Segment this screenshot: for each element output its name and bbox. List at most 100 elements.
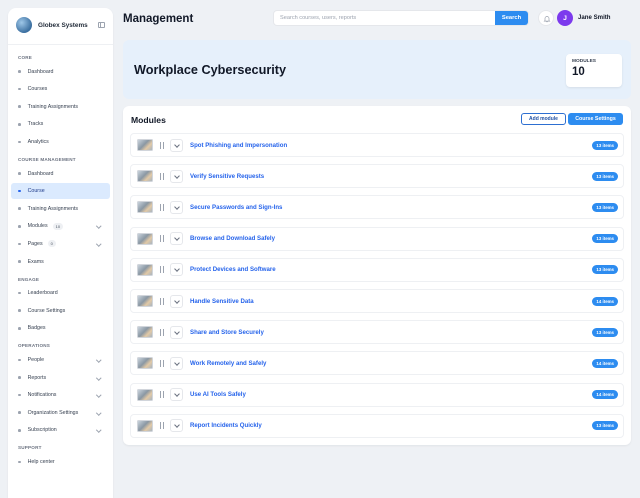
expand-chevron-icon[interactable] bbox=[170, 294, 183, 308]
drag-handle-icon[interactable] bbox=[160, 203, 164, 211]
drag-handle-icon[interactable] bbox=[160, 235, 164, 243]
drag-handle-icon[interactable] bbox=[160, 422, 164, 430]
sidebar-item[interactable]: Reports bbox=[11, 370, 110, 386]
module-row[interactable]: Browse and Download Safely 13 items bbox=[130, 226, 624, 251]
chevron-down-icon bbox=[95, 374, 101, 380]
module-row[interactable]: Verify Sensitive Requests 13 items bbox=[130, 164, 624, 189]
drag-handle-icon[interactable] bbox=[160, 359, 164, 367]
module-name[interactable]: Spot Phishing and Impersonation bbox=[190, 142, 592, 149]
sidebar-item[interactable]: Dashboard bbox=[11, 166, 110, 182]
sidebar-item[interactable]: Help center bbox=[11, 454, 110, 470]
module-name[interactable]: Work Remotely and Safely bbox=[190, 360, 592, 367]
expand-chevron-icon[interactable] bbox=[170, 419, 183, 433]
modules-card: Modules Add module Course Settings Spot … bbox=[123, 106, 631, 445]
sidebar-item[interactable]: Leaderboard bbox=[11, 285, 110, 301]
module-name[interactable]: Protect Devices and Software bbox=[190, 266, 592, 273]
sidebar-item[interactable]: Tracks bbox=[11, 116, 110, 132]
page-title: Management bbox=[123, 13, 194, 25]
module-name[interactable]: Handle Sensitive Data bbox=[190, 298, 592, 305]
drag-handle-icon[interactable] bbox=[160, 141, 164, 149]
sidebar-item-label: Course Settings bbox=[27, 307, 66, 314]
expand-chevron-icon[interactable] bbox=[170, 200, 183, 214]
drag-handle-icon[interactable] bbox=[160, 297, 164, 305]
drag-handle-icon[interactable] bbox=[160, 391, 164, 399]
course-settings-button[interactable]: Course Settings bbox=[568, 113, 623, 125]
bullet-icon bbox=[18, 242, 21, 246]
bullet-icon bbox=[18, 309, 21, 313]
sidebar-item-label: Dashboard bbox=[27, 68, 54, 75]
sidebar-item[interactable]: Pages 0 bbox=[11, 236, 110, 252]
bullet-icon bbox=[18, 87, 21, 91]
module-row[interactable]: Share and Store Securely 13 items bbox=[130, 320, 624, 345]
sidebar-item[interactable]: Subscription bbox=[11, 422, 110, 438]
module-row[interactable]: Report Incidents Quickly 13 items bbox=[130, 413, 624, 438]
module-row[interactable]: Use AI Tools Safely 14 items bbox=[130, 382, 624, 407]
module-thumbnail bbox=[137, 295, 153, 307]
module-row[interactable]: Protect Devices and Software 13 items bbox=[130, 257, 624, 282]
expand-chevron-icon[interactable] bbox=[170, 325, 183, 339]
module-row[interactable]: Handle Sensitive Data 14 items bbox=[130, 289, 624, 313]
sidebar-section-title: SUPPORT bbox=[18, 445, 42, 451]
search-input[interactable] bbox=[274, 11, 495, 25]
bullet-icon bbox=[18, 140, 21, 144]
sidebar-item-label: Exams bbox=[27, 258, 44, 265]
user-name[interactable]: Jane Smith bbox=[578, 14, 611, 21]
sidebar-item[interactable]: Notifications bbox=[11, 387, 110, 403]
drag-handle-icon[interactable] bbox=[160, 266, 164, 274]
module-row[interactable]: Spot Phishing and Impersonation 13 items bbox=[130, 133, 624, 157]
sidebar-item[interactable]: Badges bbox=[11, 320, 110, 336]
sidebar-item-label: Badges bbox=[27, 325, 46, 332]
sidebar-item[interactable]: Analytics bbox=[11, 134, 110, 150]
sidebar-item-label: Tracks bbox=[27, 121, 44, 128]
module-name[interactable]: Verify Sensitive Requests bbox=[190, 173, 592, 180]
search-button[interactable]: Search bbox=[495, 11, 528, 25]
sidebar-collapse-icon[interactable] bbox=[98, 22, 105, 28]
sidebar-item[interactable]: Courses bbox=[11, 81, 110, 97]
module-row[interactable]: Secure Passwords and Sign-Ins 13 items bbox=[130, 195, 624, 220]
sidebar-item[interactable]: Exams bbox=[11, 254, 110, 270]
module-row[interactable]: Work Remotely and Safely 14 items bbox=[130, 351, 624, 376]
add-module-button[interactable]: Add module bbox=[521, 113, 566, 125]
chevron-down-icon bbox=[95, 241, 101, 247]
chevron-down-icon bbox=[95, 223, 101, 229]
expand-chevron-icon[interactable] bbox=[170, 356, 183, 370]
items-count-badge: 13 items bbox=[592, 202, 618, 212]
sidebar-item-label: Analytics bbox=[27, 138, 49, 145]
expand-chevron-icon[interactable] bbox=[170, 263, 183, 277]
drag-handle-icon[interactable] bbox=[160, 328, 164, 336]
sidebar-item[interactable]: Modules 10 bbox=[11, 218, 110, 234]
expand-chevron-icon[interactable] bbox=[170, 232, 183, 246]
bullet-icon bbox=[18, 260, 21, 263]
items-count-badge: 14 items bbox=[592, 296, 618, 306]
items-count-badge: 14 items bbox=[592, 358, 618, 368]
sidebar-item[interactable]: Training Assignments bbox=[11, 99, 110, 115]
expand-chevron-icon[interactable] bbox=[170, 138, 183, 152]
sidebar-item[interactable]: Course bbox=[11, 183, 110, 200]
module-name[interactable]: Browse and Download Safely bbox=[190, 235, 592, 242]
sidebar-item-label: Training Assignments bbox=[27, 205, 79, 212]
modules-stat-value: 10 bbox=[572, 66, 585, 78]
expand-chevron-icon[interactable] bbox=[170, 388, 183, 402]
drag-handle-icon[interactable] bbox=[160, 172, 164, 180]
sidebar-item[interactable]: Dashboard bbox=[11, 64, 110, 80]
module-name[interactable]: Report Incidents Quickly bbox=[190, 422, 592, 429]
sidebar-item-label: Courses bbox=[27, 86, 48, 93]
sidebar-item-label: People bbox=[27, 356, 45, 363]
user-avatar[interactable]: J bbox=[557, 10, 573, 26]
sidebar: Globex Systems CORE Dashboard Courses Train… bbox=[8, 8, 113, 498]
search-bar: Search bbox=[273, 10, 529, 26]
sidebar-item[interactable]: Course Settings bbox=[11, 303, 110, 319]
module-thumbnail bbox=[137, 201, 153, 214]
module-name[interactable]: Use AI Tools Safely bbox=[190, 391, 592, 398]
module-thumbnail bbox=[137, 388, 153, 401]
sidebar-item-label: Training Assignments bbox=[27, 103, 79, 110]
module-name[interactable]: Share and Store Securely bbox=[190, 329, 592, 336]
sidebar-item[interactable]: Organization Settings bbox=[11, 405, 110, 421]
expand-chevron-icon[interactable] bbox=[170, 169, 183, 183]
sidebar-nav: CORE Dashboard Courses Training Assignments… bbox=[8, 45, 113, 470]
sidebar-item[interactable]: Training Assignments bbox=[11, 201, 110, 217]
notifications-bell-icon[interactable] bbox=[538, 10, 554, 26]
module-name[interactable]: Secure Passwords and Sign-Ins bbox=[190, 204, 592, 211]
bullet-icon bbox=[18, 123, 21, 126]
sidebar-item[interactable]: People bbox=[11, 352, 110, 368]
